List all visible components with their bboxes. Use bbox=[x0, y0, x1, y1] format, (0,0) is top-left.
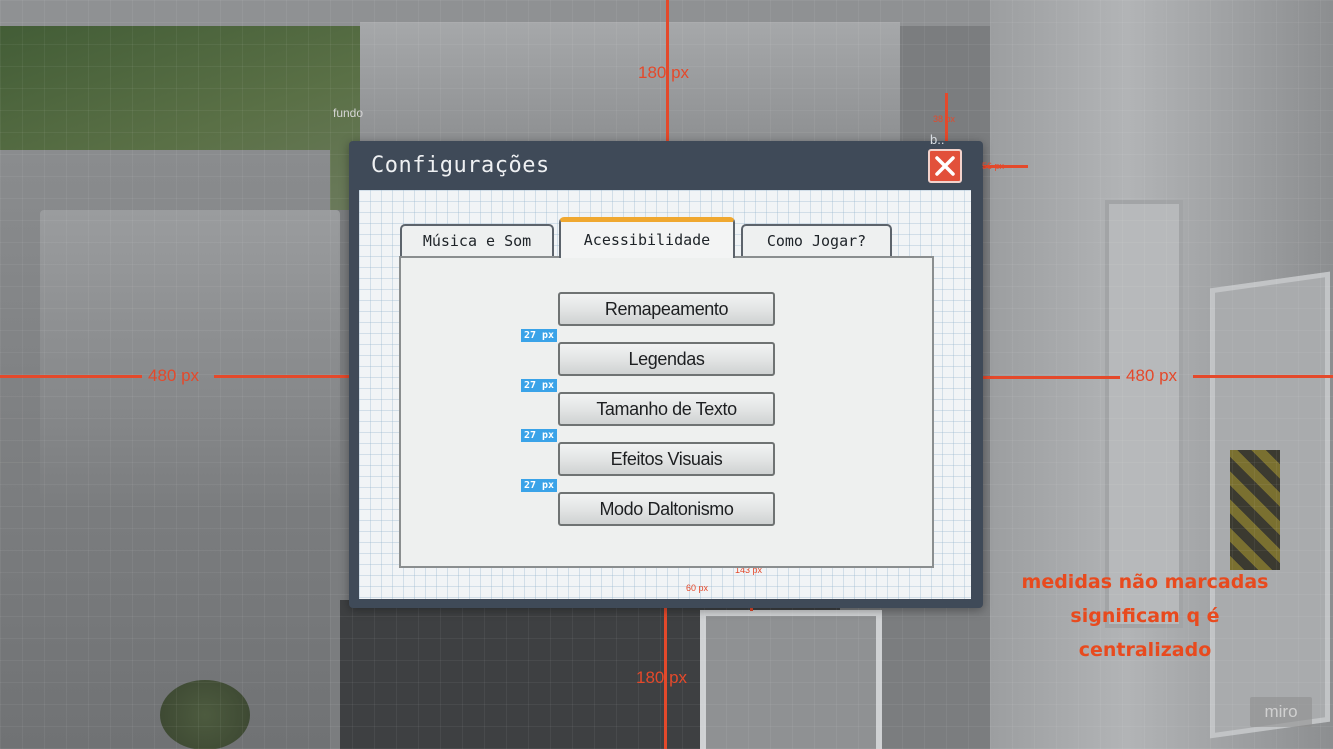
measure-top-label: 180 px bbox=[638, 63, 690, 82]
gap-badge: 27 px bbox=[521, 329, 557, 342]
legendas-button[interactable]: Legendas bbox=[558, 342, 775, 376]
modo-daltonismo-button[interactable]: Modo Daltonismo bbox=[558, 492, 775, 526]
remapeamento-button[interactable]: Remapeamento bbox=[558, 292, 775, 326]
measure-close-right-label: 56 px bbox=[982, 161, 1005, 171]
tab-musica-e-som[interactable]: Música e Som bbox=[400, 224, 554, 256]
measure-right-label: 480 px bbox=[1126, 366, 1178, 385]
dialog-title: Configurações bbox=[371, 153, 550, 178]
annotation-note: medidas não marcadas significam q é cent… bbox=[1021, 571, 1269, 661]
measure-bottom-label: 180 px bbox=[636, 668, 688, 687]
tab-acessibilidade[interactable]: Acessibilidade bbox=[559, 217, 735, 258]
measure-close-top-label: 38 px bbox=[933, 114, 956, 124]
measure-bottom-gap-label: 60 px bbox=[686, 583, 709, 593]
background-label: fundo bbox=[333, 106, 364, 120]
measure-line-left-a bbox=[0, 375, 142, 378]
close-button-label: b.. bbox=[930, 132, 945, 147]
gap-badge: 27 px bbox=[521, 379, 557, 392]
measure-line-left-b bbox=[214, 375, 355, 378]
gap-badge: 27 px bbox=[521, 429, 557, 442]
tamanho-de-texto-button[interactable]: Tamanho de Texto bbox=[558, 392, 775, 426]
measure-line-right-b bbox=[1193, 375, 1333, 378]
close-x-icon bbox=[935, 156, 955, 176]
close-button[interactable] bbox=[928, 149, 962, 183]
miro-watermark: miro bbox=[1250, 697, 1312, 727]
measure-line-right-a bbox=[980, 376, 1120, 379]
tab-como-jogar[interactable]: Como Jogar? bbox=[741, 224, 892, 256]
measure-left-label: 480 px bbox=[148, 366, 200, 385]
gap-badge: 27 px bbox=[521, 479, 557, 492]
efeitos-visuais-button[interactable]: Efeitos Visuais bbox=[558, 442, 775, 476]
